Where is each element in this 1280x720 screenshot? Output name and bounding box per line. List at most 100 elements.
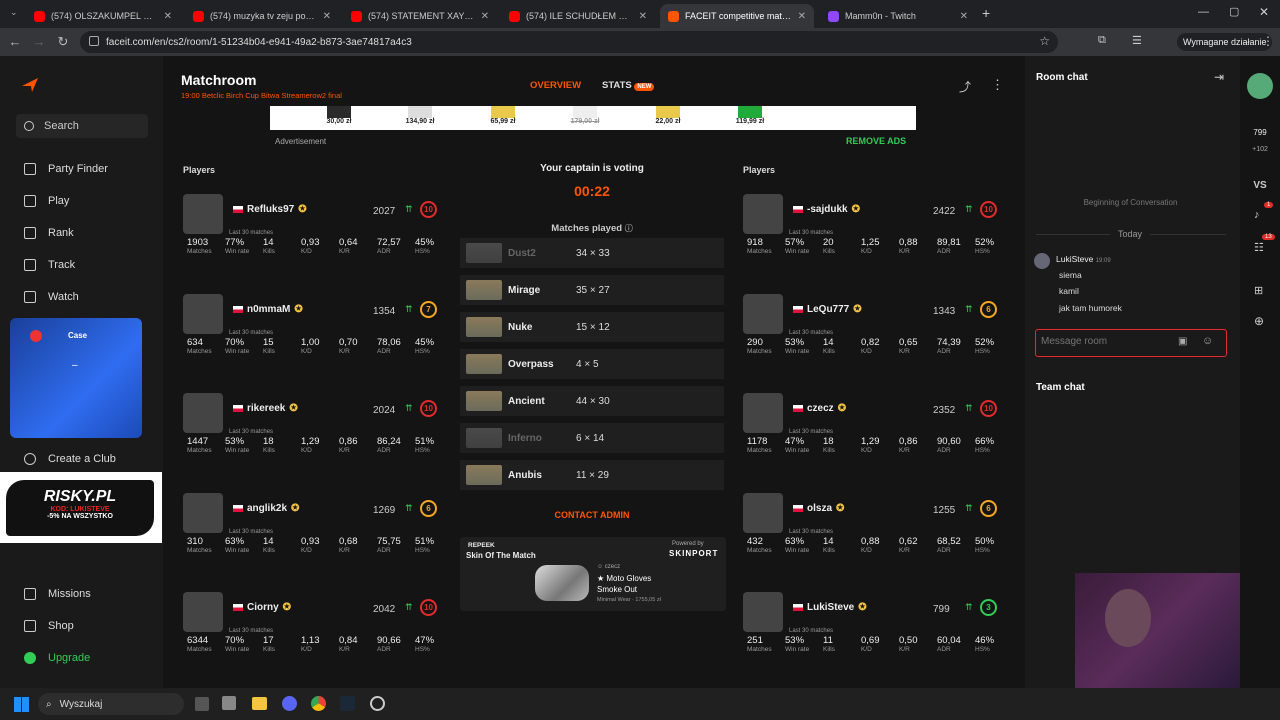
close-window-icon[interactable]: ✕ [1259,5,1269,19]
file-explorer-icon[interactable] [252,697,267,710]
player-card[interactable]: Refluks97 ✪ 2027 ⇈ 10 Last 30 matches 1903 Matc… [183,182,445,272]
player-name-row[interactable]: anglik2k ✪ [233,503,299,514]
image-upload-icon[interactable]: ▣ [1178,336,1187,347]
sidebar-item-party-finder[interactable]: Party Finder [24,163,108,175]
player-avatar[interactable] [743,393,783,433]
action-required-button[interactable]: Wymagane działanie [1177,33,1273,51]
map-row-ancient[interactable]: Ancient 44 × 30 [460,386,724,416]
friends-icon[interactable]: ☷ [1254,241,1264,254]
player-avatar[interactable] [183,592,223,632]
create-club-button[interactable]: Create a Club [24,453,116,465]
player-avatar[interactable] [183,294,223,334]
bell-icon[interactable]: ♪ [1254,209,1260,221]
player-name-row[interactable]: Ciorny ✪ [233,602,291,613]
minimize-icon[interactable]: — [1198,6,1209,18]
reading-list-icon[interactable]: ☰ [1132,34,1142,47]
player-name-row[interactable]: -sajdukk ✪ [793,204,860,215]
sidebar-item-shop[interactable]: Shop [24,620,74,632]
player-avatar[interactable] [743,592,783,632]
ad-product-image[interactable] [491,106,515,118]
tab-close-icon[interactable]: ✕ [639,11,647,22]
browser-tab[interactable]: FACEIT competitive match - FAC ✕ [660,4,814,28]
back-icon[interactable]: ← [4,34,26,49]
windows-start-icon[interactable] [14,697,29,712]
player-name-row[interactable]: rikereek ✪ [233,403,298,414]
tab-stats[interactable]: STATS NEW [602,80,655,91]
extensions-icon[interactable]: ⧉ [1098,34,1106,47]
sidebar-item-play[interactable]: Play [24,195,69,207]
taskbar-search[interactable]: ⌕ Wyszukaj [38,693,184,715]
bookmark-star-icon[interactable]: ☆ [1039,34,1050,48]
player-avatar[interactable] [743,194,783,234]
player-avatar[interactable] [743,493,783,533]
player-name-row[interactable]: olsza ✪ [793,503,844,514]
player-card[interactable]: Ciorny ✪ 2042 ⇈ 10 Last 30 matches 6344 Matches… [183,580,445,670]
player-name-row[interactable]: LeQu777 ✪ [793,304,862,315]
ad-product-image[interactable] [327,106,351,118]
maximize-icon[interactable]: ▢ [1229,5,1239,18]
add-friend-icon[interactable]: ⊕ [1254,314,1264,328]
player-avatar[interactable] [183,393,223,433]
ad-product-image[interactable] [738,106,762,118]
tab-close-icon[interactable]: ✕ [481,11,489,22]
share-icon[interactable]: ⤴ [959,78,971,95]
info-icon[interactable]: ⓘ [625,224,633,233]
contact-admin-button[interactable]: CONTACT ADMIN [460,510,724,520]
remove-ads-button[interactable]: REMOVE ADS [846,136,906,146]
tab-close-icon[interactable]: ✕ [323,11,331,22]
tab-close-icon[interactable]: ✕ [960,11,968,22]
task-view-icon[interactable] [195,697,209,711]
tab-overview[interactable]: OVERVIEW [530,80,581,91]
ad-product-image[interactable] [408,106,432,118]
message-room-input[interactable]: ▣ ☺ [1035,329,1227,357]
player-card[interactable]: czecz ✪ 2352 ⇈ 10 Last 30 matches 1178 Matches 4… [743,381,1005,471]
browser-tab[interactable]: (574) ILE SCHUDŁEM W 3 MIES ✕ [501,4,655,28]
app-icon-2[interactable] [370,696,385,711]
team-chat-title[interactable]: Team chat [1036,382,1085,393]
player-card[interactable]: rikereek ✪ 2024 ⇈ 10 Last 30 matches 1447 Match… [183,381,445,471]
player-card[interactable]: -sajdukk ✪ 2422 ⇈ 10 Last 30 matches 918 Matche… [743,182,1005,272]
party-icon[interactable]: ⊞ [1254,284,1263,297]
chat-author[interactable]: LukiSteve [1056,254,1093,264]
case-promo-card[interactable]: Case – [10,318,142,438]
player-card[interactable]: olsza ✪ 1255 ⇈ 6 Last 30 matches 432 Matches 63%… [743,481,1005,571]
ad-product-image[interactable] [656,106,680,118]
browser-tab[interactable]: Mamm0n - Twitch ✕ [820,4,976,28]
sidebar-item-track[interactable]: Track [24,259,75,271]
sidebar-item-watch[interactable]: Watch [24,291,79,303]
chrome-icon[interactable] [311,696,326,711]
reload-icon[interactable]: ↻ [52,34,74,50]
url-field[interactable]: faceit.com/en/cs2/room/1-51234b04-e941-4… [80,31,1058,53]
more-menu-icon[interactable]: ⋮ [991,77,1004,93]
map-row-overpass[interactable]: Overpass 4 × 5 [460,349,724,379]
discord-icon[interactable] [282,696,297,711]
player-name-row[interactable]: n0mmaM ✪ [233,304,303,315]
player-avatar[interactable] [183,493,223,533]
tab-list-icon[interactable]: ⌄ [10,7,18,18]
rail-vs[interactable]: VS [1240,180,1280,191]
risky-promo-banner[interactable]: RISKY.PL KOD: LUKISTEVE -5% NA WSZYSTKO [0,472,162,543]
tab-close-icon[interactable]: ✕ [798,11,806,22]
player-card[interactable]: anglik2k ✪ 1269 ⇈ 6 Last 30 matches 310 Matches… [183,481,445,571]
browser-tab[interactable]: (574) muzyka tv zeju pog - You ✕ [185,4,339,28]
browser-tab[interactable]: (574) OLSZAKUMPEL VS BARY ✕ [26,4,180,28]
player-avatar[interactable] [743,294,783,334]
new-tab-icon[interactable]: + [982,5,990,21]
map-row-anubis[interactable]: Anubis 11 × 29 [460,460,724,490]
steam-icon[interactable] [340,696,355,711]
browser-menu-icon[interactable]: ⋮ [1262,34,1274,48]
app-icon-1[interactable] [222,696,236,710]
ad-product-strip[interactable]: 30,00 zł 134,90 zł 65,99 zł 179,00 zł 22,00 … [270,106,916,130]
sidebar-item-missions[interactable]: Missions [24,588,91,600]
ad-product-image[interactable] [573,106,597,118]
search-button[interactable]: Search [16,114,148,138]
player-card[interactable]: LukiSteve ✪ 799 ⇈ 3 Last 30 matches 251 Matches… [743,580,1005,670]
skin-of-match-card[interactable]: REPEEK Skin Of The Match Powered by SKIN… [460,537,726,611]
chat-avatar[interactable] [1034,253,1050,269]
map-row-dust2[interactable]: Dust2 34 × 33 [460,238,724,268]
map-row-inferno[interactable]: Inferno 6 × 14 [460,423,724,453]
sidebar-item-rank[interactable]: Rank [24,227,74,239]
faceit-logo[interactable] [22,78,40,92]
map-row-nuke[interactable]: Nuke 15 × 12 [460,312,724,342]
user-avatar[interactable] [1247,73,1273,99]
